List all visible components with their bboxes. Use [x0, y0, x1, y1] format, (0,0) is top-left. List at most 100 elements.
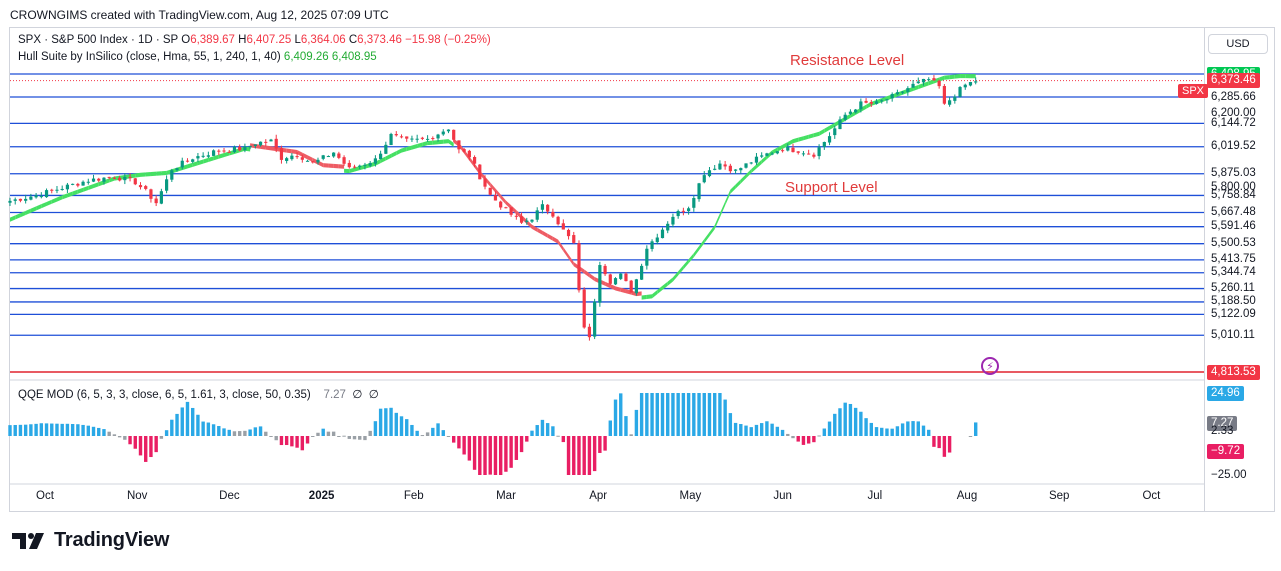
qqe-bar [410, 424, 414, 436]
qqe-bar [91, 426, 96, 436]
qqe-bar [331, 431, 336, 436]
candle-body [723, 164, 727, 167]
qqe-bar [175, 413, 179, 436]
hull-band-segment [552, 236, 559, 244]
candle-body [394, 134, 398, 136]
qqe-bar [561, 436, 566, 443]
qqe-bar [107, 431, 111, 436]
time-axis-label: 2025 [308, 490, 335, 502]
qqe-bar [467, 436, 472, 461]
hull-band-segment [584, 269, 590, 278]
candle-body [561, 223, 565, 230]
qqe-bar [483, 436, 487, 475]
candle-body [488, 187, 492, 195]
hull-band-segment [291, 149, 298, 155]
qqe-bar [937, 436, 941, 449]
qqe-bar [759, 423, 764, 436]
candle-body [222, 150, 226, 152]
candle-body [974, 81, 978, 83]
qqe-bar [566, 436, 571, 475]
candle-body [133, 178, 137, 185]
candle-body [780, 150, 785, 152]
candle-body [921, 78, 926, 83]
qqe-axis-label: 24.96 [1207, 385, 1244, 401]
candle-body [332, 152, 336, 157]
candle-body [389, 133, 393, 146]
qqe-indicator-name[interactable]: QQE MOD (6, 5, 3, 3, close, 6, 5, 1.61, … [18, 389, 311, 401]
candle-body [180, 160, 184, 168]
hull-band-segment [532, 224, 538, 232]
qqe-bar [921, 425, 926, 436]
qqe-bar [817, 435, 821, 437]
symbol-label[interactable]: SPX · S&P 500 Index · 1D · SP [18, 34, 178, 46]
candle-body [577, 243, 581, 291]
qqe-bar [201, 421, 205, 436]
candle-body [159, 191, 163, 204]
hull-band-segment [646, 294, 653, 299]
candle-body [123, 176, 127, 181]
candle-body [827, 136, 832, 143]
qqe-bar [248, 429, 252, 436]
qqe-bar [697, 393, 701, 436]
qqe-bar [718, 393, 722, 436]
qqe-bar [634, 409, 639, 436]
candle-body [942, 86, 946, 104]
candle-body [426, 138, 430, 140]
candle-body [60, 188, 64, 190]
candle-body [462, 149, 466, 152]
candle-body [504, 207, 508, 209]
hull-band-segment [156, 171, 162, 176]
qqe-bar [592, 436, 597, 472]
qqe-bar [639, 393, 644, 436]
qqe-bar [629, 434, 633, 436]
price-axis-label: 5,122.09 [1211, 307, 1256, 320]
qqe-bar [645, 393, 649, 436]
candle-body [587, 326, 592, 338]
qqe-bar [613, 399, 618, 436]
qqe-bar [540, 419, 545, 436]
qqe-bar [869, 422, 873, 436]
candle-body [76, 183, 80, 186]
hull-band-segment [135, 172, 141, 178]
hull-band-segment [813, 131, 820, 138]
qqe-bar [942, 436, 947, 457]
qqe-bar [587, 436, 592, 475]
hull-band-segment [333, 163, 339, 169]
qqe-bar [321, 428, 325, 436]
price-axis-label: 6,019.52 [1211, 140, 1256, 153]
candle-body [368, 163, 372, 166]
qqe-bar [733, 422, 738, 436]
hull-band-segment [704, 232, 710, 244]
qqe-bar [243, 430, 247, 436]
candle-body [895, 92, 899, 95]
qqe-bar [425, 432, 430, 436]
qqe-bar [498, 436, 503, 475]
qqe-bar [822, 428, 827, 436]
candle-body [692, 198, 696, 208]
candle-body [410, 138, 414, 140]
qqe-bar [191, 407, 195, 436]
flash-icon[interactable]: ⚡ [981, 357, 999, 375]
qqe-bar [775, 426, 780, 436]
candle-body [65, 184, 70, 190]
candle-body [499, 201, 503, 208]
candle-body [227, 151, 231, 153]
qqe-bar [874, 427, 879, 436]
price-chart[interactable] [0, 0, 1281, 571]
candle-body [927, 79, 931, 81]
qqe-bar [431, 427, 435, 436]
hull-indicator-name[interactable]: Hull Suite by InSilico (close, Hma, 55, … [18, 51, 281, 63]
candle-body [697, 183, 701, 200]
candle-body [352, 166, 357, 168]
tradingview-logo[interactable]: TradingView [12, 529, 169, 552]
qqe-bar [660, 393, 665, 436]
candle-body [196, 156, 200, 159]
qqe-bar [833, 413, 837, 436]
qqe-bar [399, 416, 404, 436]
candle-body [629, 280, 633, 293]
hull-band-segment [83, 185, 89, 192]
hull-band-segment [36, 204, 42, 211]
time-axis-label: Sep [1048, 490, 1070, 502]
hull-band-segment [641, 294, 647, 300]
qqe-bar [603, 436, 607, 451]
